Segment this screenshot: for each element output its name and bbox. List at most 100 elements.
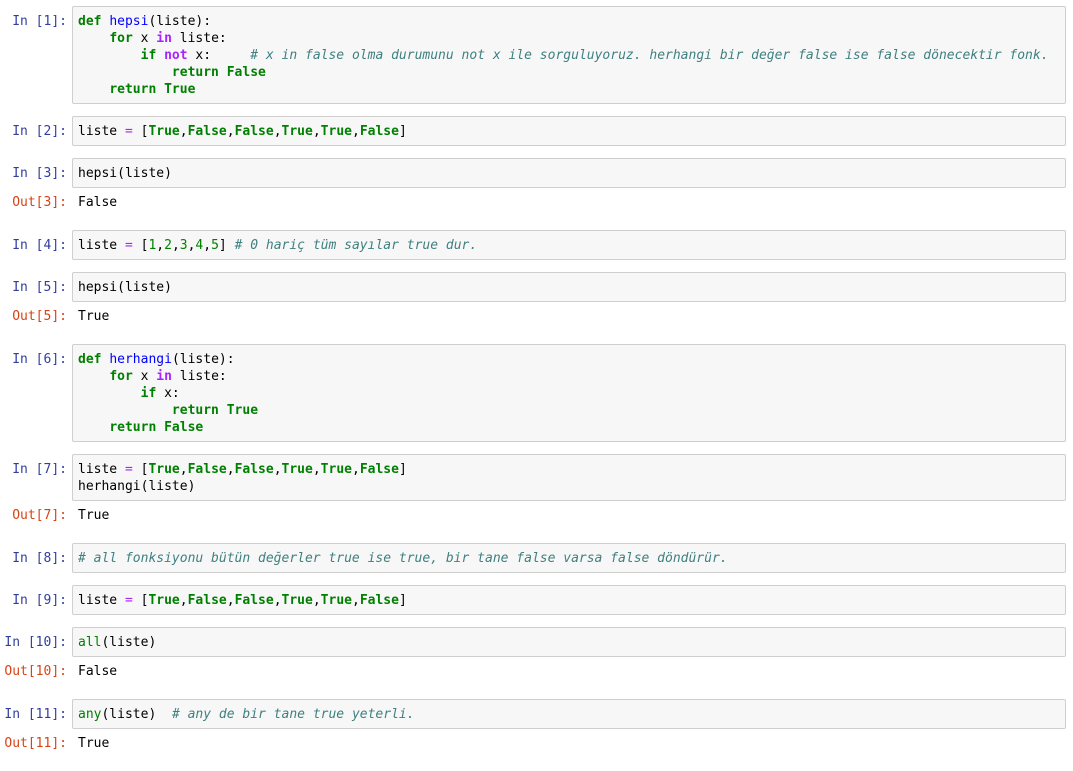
code-token: True	[164, 82, 196, 97]
code-token: ]	[218, 238, 235, 253]
code-text: def herhangi(liste): for x in liste: if …	[78, 351, 258, 436]
output-prompt: Out[11]:	[4, 736, 67, 751]
code-token: False	[187, 462, 227, 477]
code-token: (liste):	[171, 352, 235, 367]
code-token: ]	[398, 593, 407, 608]
code-token: ,	[351, 462, 360, 477]
code-token: (liste):	[148, 14, 212, 29]
code-token: False	[359, 124, 399, 139]
code-token: True	[320, 124, 352, 139]
code-input-area[interactable]: liste = [True,False,False,True,True,Fals…	[72, 454, 1066, 501]
code-line: # all fonksiyonu bütün değerler true ise…	[78, 550, 728, 567]
code-token: False	[187, 124, 227, 139]
code-cell[interactable]: In [7]: liste = [True,False,False,True,Tr…	[0, 454, 1073, 543]
code-token: hepsi(liste)	[78, 166, 172, 181]
code-token: ,	[351, 124, 360, 139]
code-cell[interactable]: In [3]: hepsi(liste) Out[3]: False	[0, 158, 1073, 230]
code-input-area[interactable]: all(liste)	[72, 627, 1066, 657]
code-cell[interactable]: In [9]: liste = [True,False,False,True,Tr…	[0, 585, 1073, 627]
input-prompt: In [6]:	[12, 352, 67, 367]
code-input-area[interactable]: liste = [True,False,False,True,True,Fals…	[72, 116, 1066, 146]
code-token: all	[78, 635, 102, 650]
code-cell[interactable]: In [5]: hepsi(liste) Out[5]: True	[0, 272, 1073, 344]
code-cell[interactable]: In [6]: def herhangi(liste): for x in lis…	[0, 344, 1073, 454]
code-line: def hepsi(liste):	[78, 13, 1049, 30]
code-token: for	[109, 369, 133, 384]
code-token: liste	[78, 238, 125, 253]
code-line: liste = [1,2,3,4,5] # 0 hariç tüm sayıla…	[78, 237, 477, 254]
code-token: =	[124, 593, 133, 608]
input-prompt: In [8]:	[12, 551, 67, 566]
code-token: hepsi(liste)	[78, 280, 172, 295]
input-prompt: In [2]:	[12, 124, 67, 139]
code-text: hepsi(liste)	[78, 165, 172, 182]
code-text: liste = [True,False,False,True,True,Fals…	[78, 123, 407, 140]
code-line: return True	[78, 402, 258, 419]
code-line: liste = [True,False,False,True,True,Fals…	[78, 592, 407, 609]
code-token: ]	[398, 462, 407, 477]
code-input-area[interactable]: hepsi(liste)	[72, 272, 1066, 302]
code-token: True	[148, 124, 180, 139]
code-line: return False	[78, 64, 1049, 81]
code-token: not	[164, 48, 188, 63]
code-token: ,	[273, 462, 282, 477]
code-input-area[interactable]: liste = [1,2,3,4,5] # 0 hariç tüm sayıla…	[72, 230, 1066, 260]
code-token: ,	[226, 124, 235, 139]
code-line: for x in liste:	[78, 30, 1049, 47]
code-line: hepsi(liste)	[78, 165, 172, 182]
code-token: return	[171, 403, 219, 418]
output-prompt: Out[5]:	[12, 309, 67, 324]
code-token: True	[226, 403, 259, 418]
code-cell[interactable]: In [4]: liste = [1,2,3,4,5] # 0 hariç tüm…	[0, 230, 1073, 272]
code-token: def	[78, 352, 102, 367]
code-token: ,	[179, 462, 188, 477]
input-prompt: In [7]:	[12, 462, 67, 477]
code-token: ,	[171, 238, 180, 253]
code-token: liste:	[171, 369, 227, 384]
code-input-area[interactable]: any(liste) # any de bir tane true yeterl…	[72, 699, 1066, 729]
output-text: False	[78, 664, 118, 679]
code-token: # x in false olma durumunu not x ile sor…	[250, 48, 1049, 63]
code-token: # 0 hariç tüm sayılar true dur.	[234, 238, 478, 253]
code-line: all(liste)	[78, 634, 156, 651]
code-token: x	[132, 369, 157, 384]
code-input-area[interactable]: hepsi(liste)	[72, 158, 1066, 188]
code-token: ,	[273, 593, 282, 608]
code-input-area[interactable]: liste = [True,False,False,True,True,Fals…	[72, 585, 1066, 615]
code-text: hepsi(liste)	[78, 279, 172, 296]
code-token: True	[148, 593, 180, 608]
code-token: x:	[187, 48, 251, 63]
output-prompt: Out[3]:	[12, 195, 67, 210]
code-token: herhangi	[109, 352, 172, 367]
code-token: # any de bir tane true yeterli.	[171, 707, 415, 722]
code-token: if	[140, 48, 157, 63]
code-cell[interactable]: In [11]: any(liste) # any de bir tane tru…	[0, 699, 1073, 771]
code-token: [	[132, 593, 149, 608]
code-token: [	[132, 124, 149, 139]
code-token: 3	[179, 238, 188, 253]
code-token: 5	[211, 238, 219, 253]
code-cell[interactable]: In [8]: # all fonksiyonu bütün değerler t…	[0, 543, 1073, 585]
code-token: ,	[226, 593, 235, 608]
code-cell[interactable]: In [1]: def hepsi(liste): for x in liste:…	[0, 6, 1073, 116]
code-token: liste	[78, 593, 125, 608]
code-input-area[interactable]: def hepsi(liste): for x in liste: if not…	[72, 6, 1066, 104]
code-input-area[interactable]: def herhangi(liste): for x in liste: if …	[72, 344, 1066, 442]
code-token: x:	[156, 386, 180, 401]
code-token: False	[234, 462, 274, 477]
code-input-area[interactable]: # all fonksiyonu bütün değerler true ise…	[72, 543, 1066, 573]
code-token: =	[124, 238, 133, 253]
code-cell[interactable]: In [2]: liste = [True,False,False,True,Tr…	[0, 116, 1073, 158]
code-cell[interactable]: In [10]: all(liste) Out[10]: False	[0, 627, 1073, 699]
code-token: False	[234, 593, 274, 608]
code-text: liste = [1,2,3,4,5] # 0 hariç tüm sayıla…	[78, 237, 477, 254]
code-line: def herhangi(liste):	[78, 351, 258, 368]
output-prompt: Out[10]:	[4, 664, 67, 679]
